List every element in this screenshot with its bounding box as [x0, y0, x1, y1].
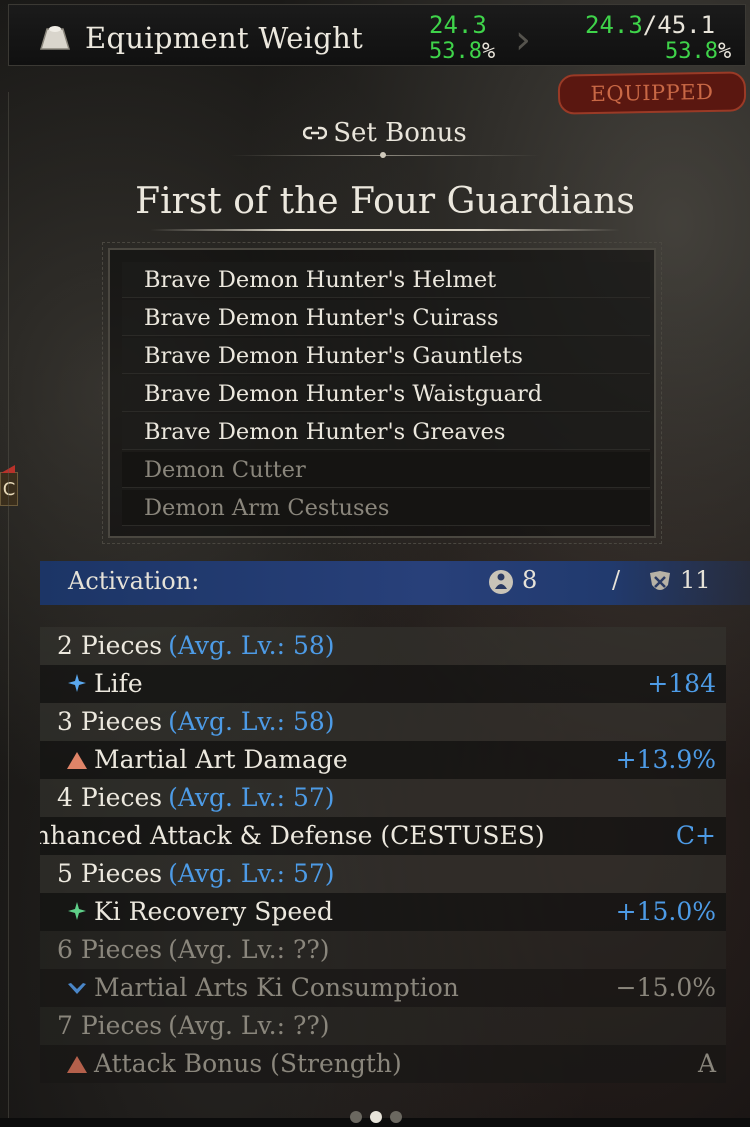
tier-value: −15.0% — [615, 973, 716, 1002]
tier-header: 4 Pieces (Avg. Lv.: 57) — [40, 779, 726, 817]
tier-value: +15.0% — [615, 897, 716, 926]
page-dot[interactable] — [350, 1111, 362, 1123]
triangle-up-icon — [66, 1047, 88, 1084]
tier-bonus-row[interactable]: Life +184 — [40, 665, 726, 703]
tier-header: 7 Pieces (Avg. Lv.: ??) — [40, 1007, 726, 1045]
tier-avg-level: (Avg. Lv.: 58) — [168, 631, 335, 660]
current-weight-percent: 53.8% — [429, 39, 496, 64]
current-weight-value: 24.3 — [429, 11, 487, 39]
tier-avg-level: (Avg. Lv.: ??) — [168, 1011, 330, 1040]
tier-value: +184 — [647, 669, 716, 698]
tier-count: 2 Pieces — [57, 631, 163, 660]
list-item[interactable]: Brave Demon Hunter's Cuirass — [122, 300, 650, 336]
tier-stat: Attack Bonus (Strength) — [94, 1049, 402, 1078]
tier-count: 5 Pieces — [57, 859, 163, 888]
tier-count: 6 Pieces — [57, 935, 163, 964]
tier-bonus-row[interactable]: Ki Recovery Speed +15.0% — [40, 893, 726, 931]
triangle-up-icon — [66, 743, 88, 780]
weight-stone-icon — [39, 26, 71, 50]
tier-bonus-row[interactable]: Martial Arts Ki Consumption −15.0% — [40, 969, 726, 1007]
divider-dot — [380, 152, 386, 158]
page-dot-current[interactable] — [370, 1111, 382, 1123]
page-dot[interactable] — [390, 1111, 402, 1123]
tier-header: 2 Pieces (Avg. Lv.: 58) — [40, 627, 726, 665]
list-item[interactable]: Brave Demon Hunter's Helmet — [122, 262, 650, 298]
tier-count: 3 Pieces — [57, 707, 163, 736]
tier-stat: Life — [94, 669, 143, 698]
weight-title: Equipment Weight — [85, 21, 364, 55]
weapon-pieces-icon — [650, 571, 670, 590]
tier-count: 4 Pieces — [57, 783, 163, 812]
tier-bonus-row[interactable]: Attack Bonus (Strength) A — [40, 1045, 726, 1083]
equipment-weight-bar: Equipment Weight 24.3 53.8% › 24.3/45.1 … — [8, 4, 746, 66]
chevron-down-icon — [66, 971, 88, 1008]
equipped-pieces-icon — [489, 570, 513, 594]
activation-total-count: 11 — [680, 566, 711, 594]
tier-stat: Ki Recovery Speed — [94, 897, 333, 926]
divider — [150, 229, 620, 231]
tier-avg-level: (Avg. Lv.: 57) — [168, 783, 335, 812]
link-icon — [303, 126, 328, 140]
tier-value: +13.9% — [615, 745, 716, 774]
activation-bar: Activation: 8 / 11 — [40, 561, 750, 605]
list-item[interactable]: Demon Arm Cestuses — [122, 490, 650, 526]
sparkle-icon — [66, 895, 88, 932]
tier-bonus-row[interactable]: nhanced Attack & Defense (CESTUSES) C+ — [40, 817, 726, 855]
tier-avg-level: (Avg. Lv.: 57) — [168, 859, 335, 888]
set-bonus-label: Set Bonus — [333, 118, 467, 148]
bonus-tiers: 2 Pieces (Avg. Lv.: 58) Life +184 3 Piece… — [40, 627, 726, 1083]
list-item[interactable]: Demon Cutter — [122, 452, 650, 488]
new-weight-value: 24.3/45.1 — [585, 11, 716, 39]
activation-separator: / — [612, 566, 621, 594]
tier-value: A — [697, 1049, 716, 1078]
list-item[interactable]: Brave Demon Hunter's Waistguard — [122, 376, 650, 412]
list-item[interactable]: Brave Demon Hunter's Gauntlets — [122, 338, 650, 374]
tier-stat: nhanced Attack & Defense (CESTUSES) — [40, 821, 545, 850]
sparkle-icon — [66, 667, 88, 704]
activation-label: Activation: — [68, 567, 200, 595]
tier-value: C+ — [675, 821, 716, 850]
tier-header: 6 Pieces (Avg. Lv.: ??) — [40, 931, 726, 969]
tier-count: 7 Pieces — [57, 1011, 163, 1040]
chevron-right-icon: › — [515, 17, 531, 63]
set-name: First of the Four Guardians — [135, 181, 635, 222]
tier-header: 3 Pieces (Avg. Lv.: 58) — [40, 703, 726, 741]
list-item[interactable]: Brave Demon Hunter's Greaves — [122, 414, 650, 450]
tier-avg-level: (Avg. Lv.: ??) — [168, 935, 330, 964]
tier-avg-level: (Avg. Lv.: 58) — [168, 707, 335, 736]
new-weight-percent: 53.8% — [665, 39, 732, 64]
tier-header: 5 Pieces (Avg. Lv.: 57) — [40, 855, 726, 893]
tier-bonus-row[interactable]: Martial Art Damage +13.9% — [40, 741, 726, 779]
set-pieces-list: Brave Demon Hunter's Helmet Brave Demon … — [102, 242, 662, 544]
tier-stat: Martial Arts Ki Consumption — [94, 973, 459, 1002]
activation-equipped-count: 8 — [522, 566, 538, 594]
set-bonus-header: Set Bonus — [0, 118, 750, 148]
tier-stat: Martial Art Damage — [94, 745, 348, 774]
